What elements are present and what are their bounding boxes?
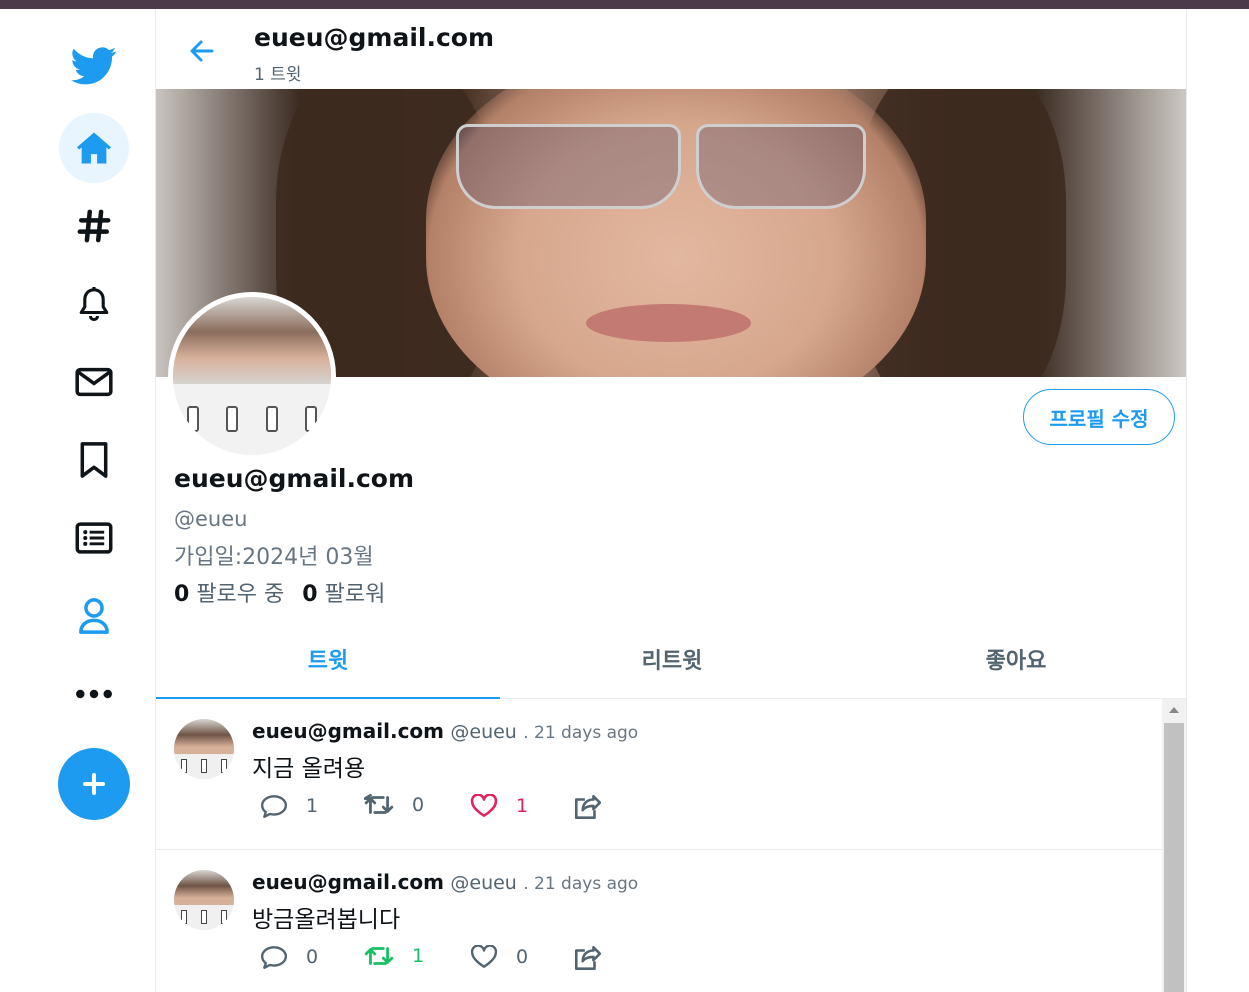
nav-bookmarks[interactable] xyxy=(59,425,129,495)
window-top-bar xyxy=(0,0,1249,9)
retweet-icon xyxy=(364,947,394,965)
twitter-logo-icon xyxy=(71,47,117,85)
profile-follow-stats: 0 팔로우 중 0 팔로워 xyxy=(174,576,385,608)
heart-icon xyxy=(470,945,498,968)
tweet-text: 방금올려봅니다 xyxy=(252,907,401,933)
followers-label: 팔로워 xyxy=(324,582,386,607)
tweet-text: 지금 올려용 xyxy=(252,756,366,782)
nav-lists[interactable] xyxy=(59,503,129,573)
nav-more[interactable] xyxy=(59,659,129,729)
like-count: 1 xyxy=(516,795,529,817)
like-button[interactable]: 0 xyxy=(470,945,528,969)
reply-count: 1 xyxy=(306,795,319,817)
tweet-item[interactable]: eueu@gmail.com @eueu . 21 days ago 지금 올려… xyxy=(156,699,1162,850)
tweet-item[interactable]: eueu@gmail.com @eueu . 21 days ago 방금올려봅… xyxy=(156,850,1162,992)
profile-tabs: 트윗 리트윗 좋아요 xyxy=(156,619,1186,699)
retweet-button[interactable]: 1 xyxy=(364,945,424,967)
following-label: 팔로우 중 xyxy=(196,582,285,607)
header-tweet-count: 1 트윗 xyxy=(254,65,302,85)
tweet-header: eueu@gmail.com @eueu . 21 days ago xyxy=(252,870,638,894)
retweet-count: 0 xyxy=(412,794,425,816)
tweet-author-handle: @eueu xyxy=(450,721,517,743)
edit-profile-button[interactable]: 프로필 수정 xyxy=(1023,389,1175,445)
tab-retweets[interactable]: 리트윗 xyxy=(500,619,844,698)
comment-icon xyxy=(260,946,288,969)
heart-icon xyxy=(470,794,498,817)
share-icon xyxy=(575,945,602,970)
compose-tweet-button[interactable] xyxy=(58,748,130,820)
nav-home[interactable] xyxy=(59,113,129,183)
reply-button[interactable]: 1 xyxy=(260,794,318,818)
profile-avatar[interactable] xyxy=(168,292,336,460)
share-icon xyxy=(575,794,602,819)
like-button[interactable]: 1 xyxy=(470,794,528,818)
back-button[interactable] xyxy=(184,33,220,69)
tweet-author-name[interactable]: eueu@gmail.com xyxy=(252,719,444,743)
following-count: 0 xyxy=(174,582,190,607)
nav-explore[interactable] xyxy=(59,191,129,261)
share-button[interactable] xyxy=(572,794,602,820)
tweet-header: eueu@gmail.com @eueu . 21 days ago xyxy=(252,719,638,743)
twitter-logo-button[interactable] xyxy=(59,31,129,101)
nav-messages[interactable] xyxy=(59,347,129,417)
like-count: 0 xyxy=(516,946,529,968)
tweet-author-handle: @eueu xyxy=(450,872,517,894)
tweet-actions: 1 0 1 xyxy=(260,794,660,824)
tweet-author-name[interactable]: eueu@gmail.com xyxy=(252,870,444,894)
comment-icon xyxy=(260,795,288,818)
plus-icon xyxy=(83,773,105,795)
followers-link[interactable]: 0 팔로워 xyxy=(302,576,385,608)
hashtag-icon xyxy=(77,209,111,243)
more-icon xyxy=(76,689,112,699)
retweet-button[interactable]: 0 xyxy=(364,794,424,816)
bookmark-icon xyxy=(80,442,108,478)
following-link[interactable]: 0 팔로우 중 xyxy=(174,576,284,608)
profile-name: eueu@gmail.com xyxy=(174,464,415,493)
retweet-icon xyxy=(364,794,394,814)
tweet-feed: eueu@gmail.com @eueu . 21 days ago 지금 올려… xyxy=(156,699,1186,992)
list-icon xyxy=(75,522,113,554)
nav-notifications[interactable] xyxy=(59,269,129,339)
reply-button[interactable]: 0 xyxy=(260,945,318,969)
mail-icon xyxy=(75,367,113,397)
tab-tweets[interactable]: 트윗 xyxy=(156,619,500,699)
followers-count: 0 xyxy=(302,582,318,607)
tweet-actions: 0 1 0 xyxy=(260,945,660,975)
home-icon xyxy=(77,132,111,164)
reply-count: 0 xyxy=(306,946,319,968)
tab-likes[interactable]: 좋아요 xyxy=(844,619,1186,698)
profile-main: eueu@gmail.com 1 트윗 프로필 수정 eueu@gmail.co… xyxy=(155,9,1187,992)
tweet-timestamp: . 21 days ago xyxy=(523,874,639,894)
tweet-avatar[interactable] xyxy=(174,719,234,779)
tweet-avatar[interactable] xyxy=(174,870,234,930)
sidebar xyxy=(0,9,155,992)
bell-icon xyxy=(79,287,109,322)
profile-header: eueu@gmail.com 1 트윗 xyxy=(156,9,1186,89)
retweet-count: 1 xyxy=(412,945,425,967)
scroll-up-arrow[interactable] xyxy=(1162,699,1186,721)
tweet-timestamp: . 21 days ago xyxy=(523,723,639,743)
triangle-up-icon xyxy=(1169,707,1179,713)
feed-scrollbar[interactable] xyxy=(1162,699,1186,992)
profile-handle: @eueu xyxy=(174,507,248,531)
profile-joined-date: 가입일:2024년 03월 xyxy=(174,545,374,570)
arrow-left-icon xyxy=(190,40,214,62)
header-title: eueu@gmail.com xyxy=(254,23,495,52)
share-button[interactable] xyxy=(572,945,602,971)
nav-profile[interactable] xyxy=(59,581,129,651)
scroll-thumb[interactable] xyxy=(1164,723,1184,992)
profile-icon xyxy=(79,598,109,634)
